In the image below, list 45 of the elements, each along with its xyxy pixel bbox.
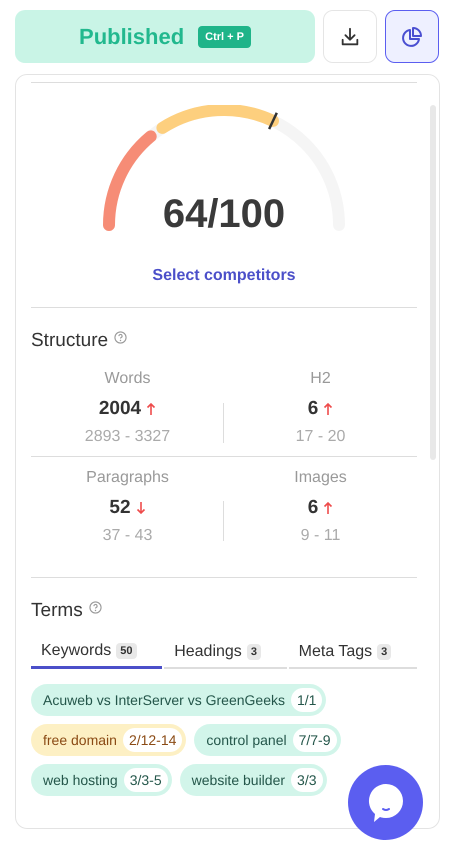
metric-range: 17 - 20 [296, 428, 346, 446]
keyword-count: 3/3 [291, 768, 322, 792]
metric-value: 6 [308, 497, 318, 519]
keyword-chip[interactable]: free domain 2/12-14 [31, 724, 186, 756]
chart-button[interactable] [385, 10, 439, 63]
terms-tab[interactable]: Keywords 50 [31, 636, 162, 669]
count-badge: 3 [377, 644, 392, 660]
published-label: Published [79, 24, 184, 50]
terms-tab[interactable]: Headings 3 [164, 636, 287, 669]
keyword-count: 7/7-9 [292, 728, 337, 752]
count-badge: 50 [116, 643, 136, 659]
select-competitors-link[interactable]: Select competitors [152, 267, 296, 285]
download-button[interactable] [323, 10, 377, 63]
metric-label: H2 [310, 370, 331, 388]
keyword-chip[interactable]: web hosting 3/3-5 [31, 764, 172, 796]
metric-range: 2893 - 3327 [84, 428, 170, 446]
keyword-chip[interactable]: website builder 3/3 [180, 764, 326, 796]
arrow-up-icon [323, 402, 334, 416]
chat-bubble-icon [366, 782, 404, 824]
help-icon[interactable] [88, 601, 102, 614]
metric-value: 2004 [98, 398, 142, 420]
section-title: Terms [31, 600, 83, 622]
terms-tab[interactable]: Meta Tags 3 [288, 636, 417, 669]
keyword-chip[interactable]: Acuweb vs InterServer vs GreenGeeks 1/1 [31, 684, 326, 716]
keyword-chip[interactable]: control panel 7/7-9 [194, 724, 341, 756]
metric-value: 52 [109, 497, 131, 519]
keyword-count: 2/12-14 [122, 728, 182, 752]
metric-range: 9 - 11 [300, 527, 340, 545]
pie-chart-icon [400, 24, 424, 48]
count-badge: 3 [246, 644, 261, 660]
keyword-count: 3/3-5 [124, 768, 168, 792]
score-value: 64/100 [162, 192, 286, 237]
metric-label: Images [294, 469, 347, 487]
metric-value: 6 [308, 398, 318, 420]
section-title: Structure [31, 330, 108, 352]
shortcut-badge: Ctrl + P [198, 26, 251, 48]
arrow-up-icon [323, 501, 334, 515]
arrow-up-icon [146, 402, 156, 416]
metric-range: 37 - 43 [102, 527, 152, 545]
metric-label: Paragraphs [86, 469, 169, 487]
metric-label: Words [104, 370, 150, 388]
keyword-count: 1/1 [291, 688, 322, 712]
arrow-down-icon [136, 501, 146, 515]
help-icon[interactable] [114, 331, 128, 344]
download-icon [339, 26, 361, 48]
